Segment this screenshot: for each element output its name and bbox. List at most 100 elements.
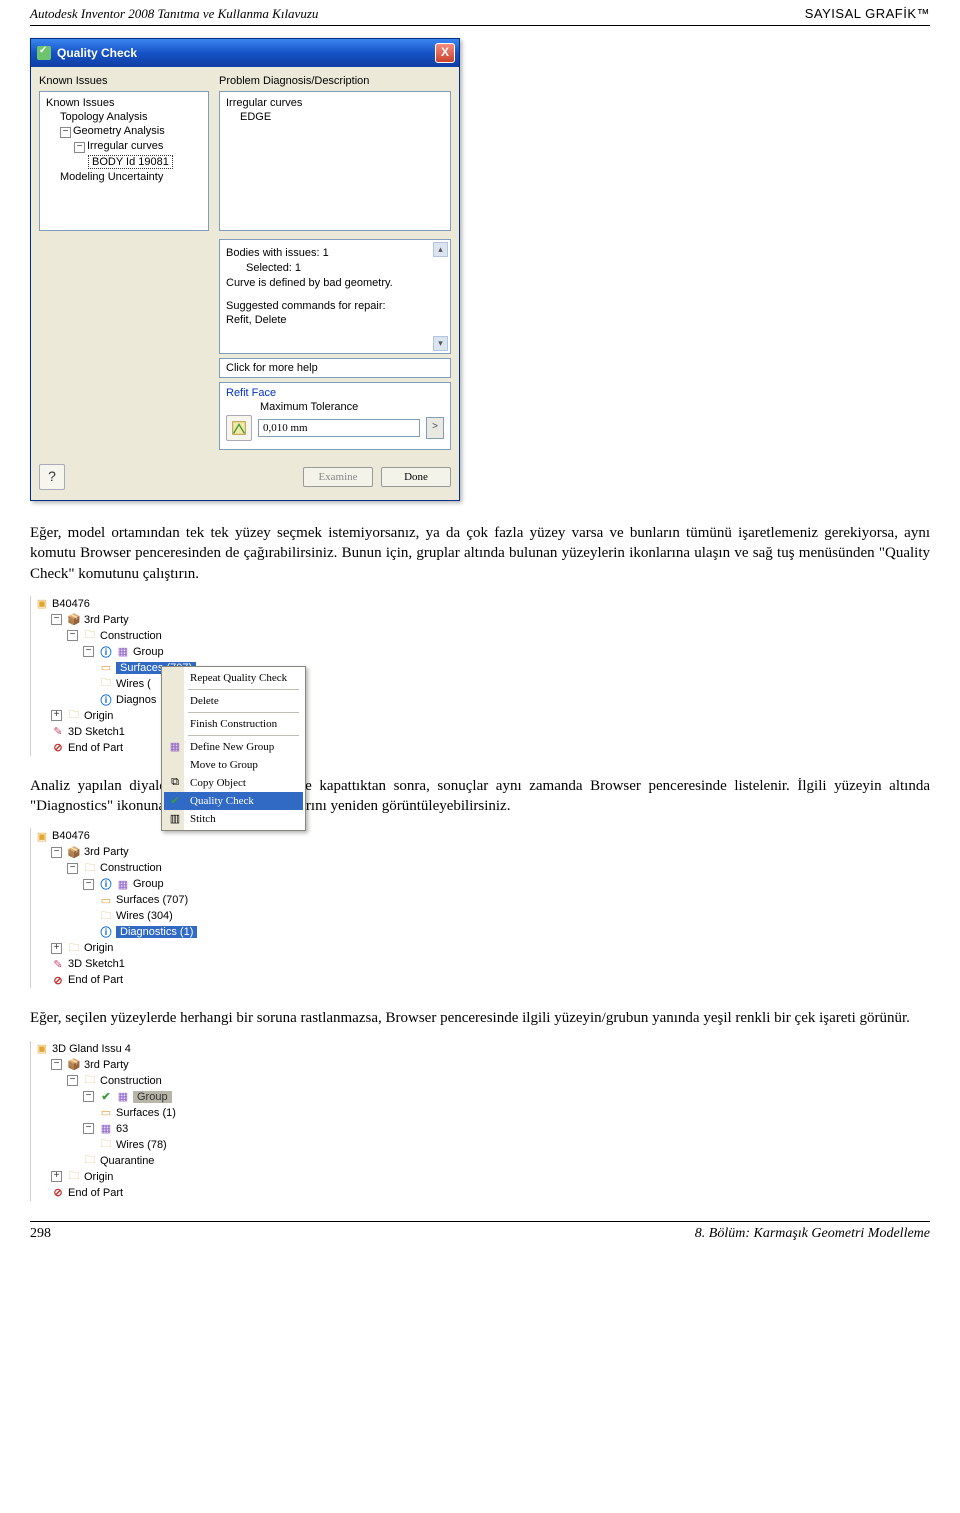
ctx-copy[interactable]: ⧉Copy Object (164, 774, 303, 792)
collapse-icon[interactable]: − (51, 1059, 62, 1070)
scroll-down-icon[interactable]: ▾ (433, 336, 448, 351)
desc-line: Bodies with issues: 1 (226, 246, 444, 261)
browser-item[interactable]: End of Part (68, 742, 123, 754)
tree-item[interactable]: Irregular curves (226, 96, 444, 110)
browser-item[interactable]: Surfaces (707) (116, 894, 188, 906)
browser-item[interactable]: Origin (84, 710, 113, 722)
browser-item[interactable]: Wires (304) (116, 910, 173, 922)
collapse-icon[interactable]: − (67, 1075, 78, 1086)
browser-item[interactable]: Construction (100, 1075, 162, 1087)
desc-line: Refit, Delete (226, 313, 444, 328)
browser-panel-3: ▣3D Gland Issu 4 −📦3rd Party −🗀Construct… (30, 1041, 290, 1201)
tolerance-label: Maximum Tolerance (226, 401, 444, 413)
refit-face-icon[interactable] (226, 415, 252, 441)
browser-root[interactable]: B40476 (52, 598, 90, 610)
folder-icon: 🗀 (99, 1138, 113, 1152)
ctx-finish[interactable]: Finish Construction (164, 715, 303, 733)
ctx-stitch[interactable]: ▥Stitch (164, 810, 303, 828)
tree-item-selected[interactable]: BODY Id 19081 (88, 155, 173, 169)
spinner-button[interactable]: > (426, 417, 444, 439)
ctx-move-group[interactable]: Move to Group (164, 756, 303, 774)
tree-item[interactable]: Topology Analysis (46, 110, 202, 124)
tree-item[interactable]: Geometry Analysis (73, 125, 165, 137)
examine-button[interactable]: Examine (303, 467, 373, 487)
browser-item[interactable]: Origin (84, 942, 113, 954)
ctx-repeat[interactable]: Repeat Quality Check (164, 669, 303, 687)
folder-icon: 🗀 (83, 1154, 97, 1168)
help-button[interactable]: ? (39, 464, 65, 490)
ctx-delete[interactable]: Delete (164, 692, 303, 710)
browser-item[interactable]: Quarantine (100, 1155, 154, 1167)
dialog-title: Quality Check (57, 46, 137, 60)
expand-icon[interactable]: + (51, 943, 62, 954)
part-icon: ▣ (35, 597, 49, 611)
collapse-icon[interactable]: − (67, 863, 78, 874)
folder-icon: 🗀 (67, 941, 81, 955)
group-icon: ▦ (116, 877, 130, 891)
collapse-icon[interactable]: − (51, 847, 62, 858)
dialog-titlebar[interactable]: Quality Check X (31, 39, 459, 67)
collapse-icon[interactable]: − (67, 630, 78, 641)
known-issues-tree[interactable]: Known Issues Topology Analysis −Geometry… (39, 91, 209, 231)
info-icon: ⓘ (99, 925, 113, 939)
browser-item[interactable]: 3D Sketch1 (68, 958, 125, 970)
browser-item[interactable]: Group (133, 878, 164, 890)
browser-item[interactable]: Group (133, 646, 164, 658)
part-icon: ▣ (35, 1042, 49, 1056)
browser-item[interactable]: Surfaces (1) (116, 1107, 176, 1119)
tolerance-input[interactable] (258, 419, 420, 437)
browser-item[interactable]: End of Part (68, 974, 123, 986)
tree-root[interactable]: Known Issues (46, 96, 202, 110)
browser-item[interactable]: Construction (100, 630, 162, 642)
folder-icon: 🗀 (67, 1170, 81, 1184)
folder-icon: 🗀 (83, 1074, 97, 1088)
browser-item[interactable]: Origin (84, 1171, 113, 1183)
collapse-icon[interactable]: − (83, 646, 94, 657)
thirdparty-icon: 📦 (67, 845, 81, 859)
end-icon: ⊘ (51, 1186, 65, 1200)
collapse-icon[interactable]: − (60, 127, 71, 138)
browser-item[interactable]: 63 (116, 1123, 128, 1135)
browser-item[interactable]: 3rd Party (84, 614, 129, 626)
browser-item[interactable]: 3rd Party (84, 1059, 129, 1071)
description-box: ▴ ▾ Bodies with issues: 1 Selected: 1 Cu… (219, 239, 451, 354)
browser-item[interactable]: 3rd Party (84, 846, 129, 858)
browser-item-selected[interactable]: Group (133, 1091, 172, 1103)
browser-item[interactable]: 3D Sketch1 (68, 726, 125, 738)
expand-icon[interactable]: + (51, 710, 62, 721)
done-button[interactable]: Done (381, 467, 451, 487)
help-link[interactable]: Click for more help (219, 358, 451, 378)
browser-item[interactable]: Diagnos (116, 694, 156, 706)
doc-title: Autodesk Inventor 2008 Tanıtma ve Kullan… (30, 6, 318, 22)
expand-icon[interactable]: + (51, 1171, 62, 1182)
collapse-icon[interactable]: − (83, 879, 94, 890)
browser-root[interactable]: 3D Gland Issu 4 (52, 1043, 131, 1055)
group-icon: ▦ (99, 1122, 113, 1136)
browser-item-selected[interactable]: Diagnostics (1) (116, 926, 197, 938)
ctx-define-group[interactable]: ▦Define New Group (164, 738, 303, 756)
folder-icon: 🗀 (83, 629, 97, 643)
tree-item[interactable]: Irregular curves (87, 140, 163, 152)
info-icon: ⓘ (99, 645, 113, 659)
tree-item[interactable]: Modeling Uncertainty (46, 170, 202, 184)
folder-icon: 🗀 (99, 909, 113, 923)
collapse-icon[interactable]: − (74, 142, 85, 153)
collapse-icon[interactable]: − (51, 614, 62, 625)
end-icon: ⊘ (51, 973, 65, 987)
collapse-icon[interactable]: − (83, 1123, 94, 1134)
info-icon: ⓘ (99, 877, 113, 891)
diagnosis-tree[interactable]: Irregular curves EDGE (219, 91, 451, 231)
browser-item[interactable]: Wires ( (116, 678, 151, 690)
brand: SAYISAL GRAFİK™ (805, 6, 930, 22)
collapse-icon[interactable]: − (83, 1091, 94, 1102)
ctx-quality-check[interactable]: ✔Quality Check (164, 792, 303, 810)
close-button[interactable]: X (435, 43, 455, 63)
page-footer: 298 8. Bölüm: Karmaşık Geometri Modellem… (30, 1221, 930, 1246)
browser-item[interactable]: Construction (100, 862, 162, 874)
browser-item[interactable]: Wires (78) (116, 1139, 167, 1151)
browser-root[interactable]: B40476 (52, 830, 90, 842)
copy-icon: ⧉ (168, 776, 182, 789)
scroll-up-icon[interactable]: ▴ (433, 242, 448, 257)
browser-item[interactable]: End of Part (68, 1187, 123, 1199)
tree-item[interactable]: EDGE (226, 110, 444, 124)
